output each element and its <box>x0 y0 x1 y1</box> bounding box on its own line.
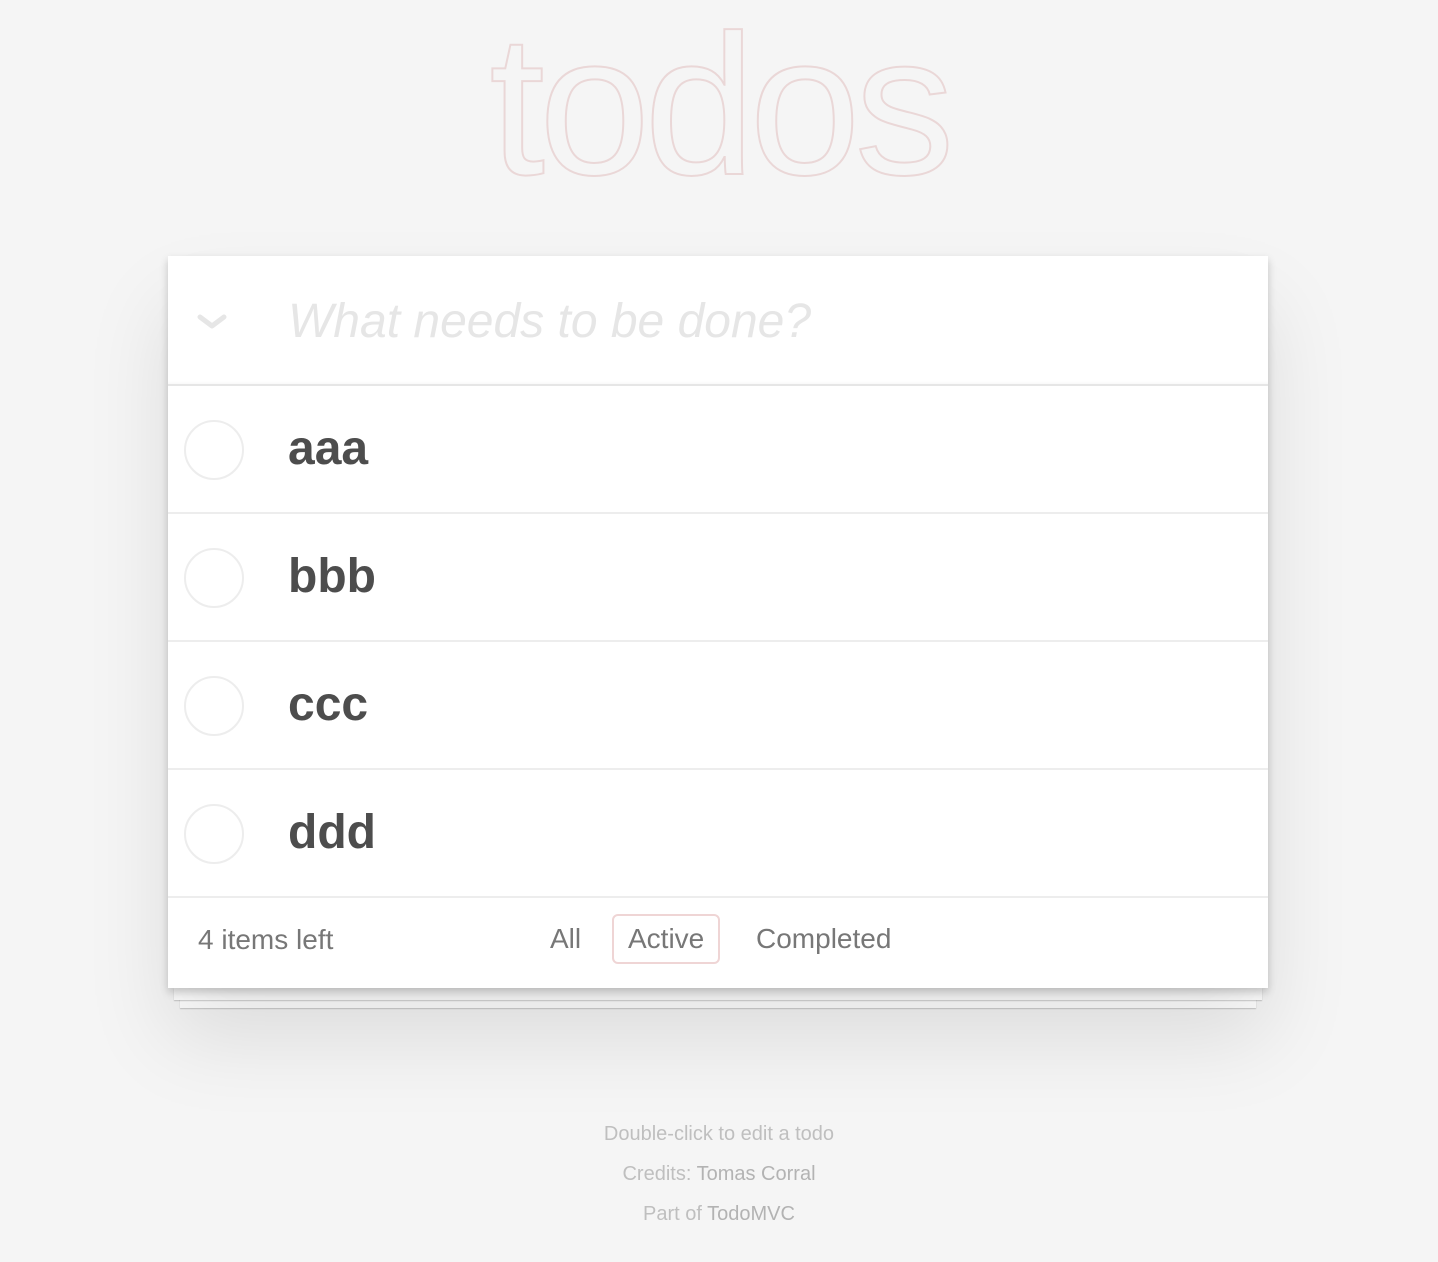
part-of-line: Part of TodoMVC <box>0 1194 1438 1234</box>
filter-tabs: All Active Completed <box>168 898 1268 982</box>
todo-label[interactable]: ddd <box>288 770 376 896</box>
edit-hint: Double-click to edit a todo <box>603 1123 835 1145</box>
new-todo-header <box>168 256 1268 386</box>
todo-label[interactable]: bbb <box>288 514 376 640</box>
filter-all-link[interactable]: All <box>534 914 597 964</box>
todo-item[interactable]: ddd <box>168 770 1268 898</box>
chevron-down-icon <box>197 314 227 329</box>
app-title: todos <box>488 0 955 217</box>
part-of-prefix: Part of <box>643 1203 708 1225</box>
todo-complete-checkbox[interactable] <box>184 420 244 480</box>
todo-list: aaa bbb ccc ddd <box>168 386 1268 898</box>
todo-item[interactable]: ccc <box>168 642 1268 770</box>
todomvc-link[interactable]: TodoMVC <box>707 1203 795 1225</box>
filter-active-link[interactable]: Active <box>612 914 721 964</box>
credits-line: Credits: Tomas Corral <box>0 1154 1438 1194</box>
todo-complete-checkbox[interactable] <box>184 676 244 736</box>
credits-author-link[interactable]: Tomas Corral <box>697 1163 816 1185</box>
new-todo-input[interactable] <box>288 256 1248 386</box>
info-footer: Double-click to edit a todo Credits: Tom… <box>0 1114 1438 1234</box>
todo-app: aaa bbb ccc ddd 4 items left All Active … <box>168 256 1268 988</box>
todo-item[interactable]: aaa <box>168 386 1268 514</box>
todo-complete-checkbox[interactable] <box>184 804 244 864</box>
filter-completed-link[interactable]: Completed <box>740 914 907 964</box>
toggle-all-button[interactable] <box>190 300 234 344</box>
todo-item[interactable]: bbb <box>168 514 1268 642</box>
stack-shadow-layer <box>174 988 1262 1000</box>
todo-footer: 4 items left All Active Completed <box>168 898 1268 988</box>
credits-prefix: Credits: <box>622 1163 697 1185</box>
todo-label[interactable]: aaa <box>288 386 368 512</box>
todo-label[interactable]: ccc <box>288 642 368 768</box>
todo-complete-checkbox[interactable] <box>184 548 244 608</box>
